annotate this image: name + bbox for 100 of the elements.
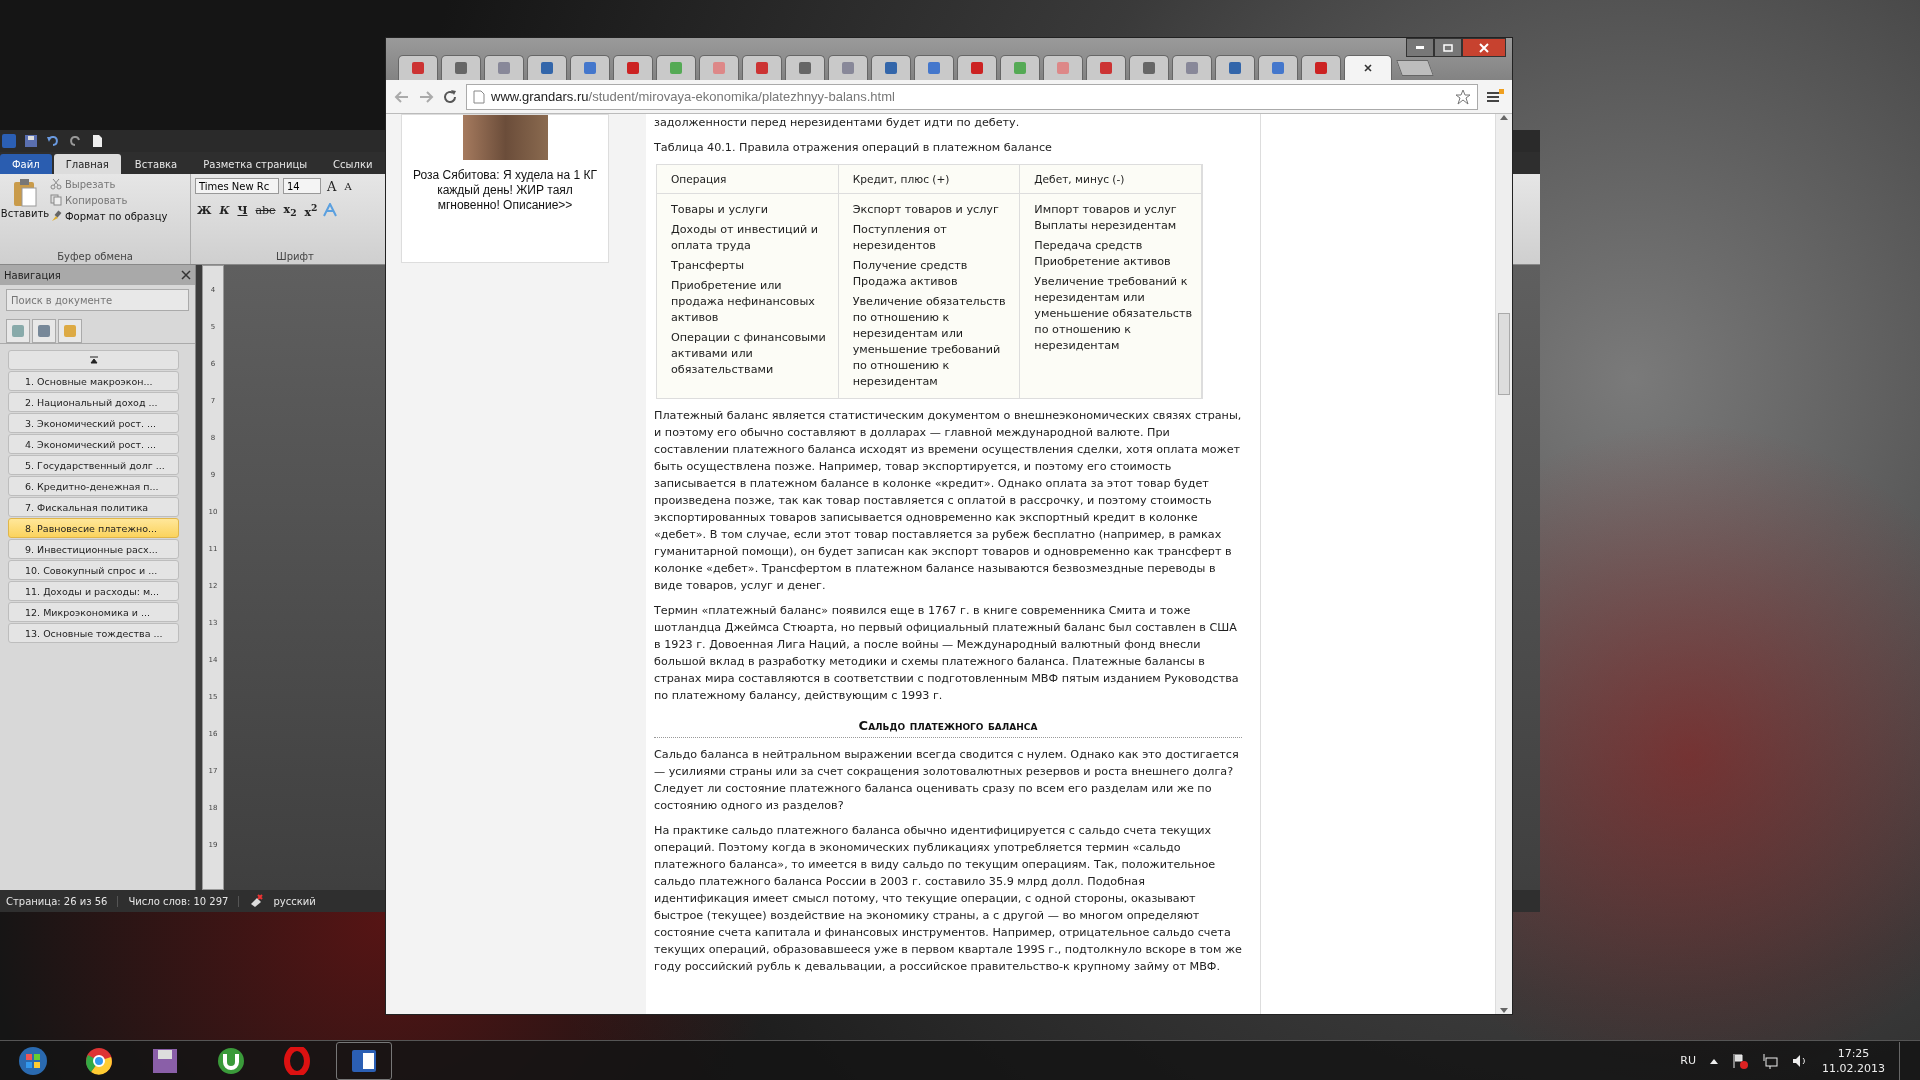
italic-button[interactable]: К xyxy=(217,203,232,217)
browser-tab[interactable] xyxy=(441,55,481,80)
browser-tab[interactable] xyxy=(1172,55,1212,80)
table-cell-text: Увеличение обязательств по отношению к нерезидентам или уменьшение требований по отношению к нерезидентам xyxy=(852,294,1007,390)
close-icon[interactable] xyxy=(1364,64,1372,72)
browser-tab[interactable] xyxy=(656,55,696,80)
column-header: Операция xyxy=(657,165,839,194)
forward-icon[interactable] xyxy=(418,88,434,105)
table-cell-text: Передача средств Приобретение активов xyxy=(1034,238,1172,270)
headings-view-tab[interactable] xyxy=(6,319,30,343)
bold-button[interactable]: Ж xyxy=(195,203,214,217)
heading-item[interactable]: 7. Фискальная политика xyxy=(8,497,179,517)
menu-icon[interactable] xyxy=(1486,88,1504,105)
pages-view-tab[interactable] xyxy=(32,319,56,343)
heading-item[interactable]: 6. Кредитно-денежная п... xyxy=(8,476,179,496)
save-icon[interactable] xyxy=(24,134,38,148)
close-button[interactable] xyxy=(1462,38,1506,57)
flag-error-icon[interactable] xyxy=(1732,1052,1748,1069)
browser-tab[interactable] xyxy=(957,55,997,80)
address-field[interactable]: www.grandars.ru/student/mirovaya-ekonomika/platezhnyy-balans.html xyxy=(466,83,1478,110)
search-field[interactable]: Поиск в документе xyxy=(6,289,189,311)
heading-item[interactable]: 2. Национальный доход ... xyxy=(8,392,179,412)
browser-tab[interactable] xyxy=(871,55,911,80)
ribbon-tab[interactable]: Ссылки xyxy=(321,154,385,174)
ad-card[interactable]: Роза Сябитова: Я худела на 1 КГ каждый день! ЖИР таял мгновенно! Описание>> xyxy=(401,114,609,263)
heading-item[interactable]: 4. Экономический рост. ... xyxy=(8,434,179,454)
ribbon-tab[interactable]: Разметка страницы xyxy=(191,154,320,174)
favicon-icon xyxy=(626,61,640,75)
table-cell-text: Товары и услуги xyxy=(671,202,770,218)
heading-item[interactable]: 9. Инвестиционные расх... xyxy=(8,539,179,559)
input-language[interactable]: RU xyxy=(1680,1054,1696,1067)
shrink-font-button[interactable]: A xyxy=(342,180,354,192)
browser-tab[interactable] xyxy=(1043,55,1083,80)
undo-icon[interactable] xyxy=(46,134,60,148)
show-hidden-icons[interactable] xyxy=(1710,1057,1718,1064)
ribbon-tab[interactable]: Главная xyxy=(53,154,121,174)
underline-button[interactable]: Ч xyxy=(235,203,250,217)
browser-tab[interactable] xyxy=(742,55,782,80)
reload-icon[interactable] xyxy=(442,88,458,105)
collapse-icon xyxy=(89,356,98,364)
minimize-button[interactable] xyxy=(1406,38,1434,57)
browser-tab[interactable] xyxy=(1258,55,1298,80)
browser-tab[interactable] xyxy=(699,55,739,80)
browser-tab[interactable] xyxy=(527,55,567,80)
browser-tab[interactable] xyxy=(1000,55,1040,80)
star-icon[interactable] xyxy=(1455,88,1471,105)
maximize-button[interactable] xyxy=(1434,38,1462,57)
scrollbar[interactable] xyxy=(1495,114,1512,1014)
text-effects-icon[interactable] xyxy=(323,203,338,218)
heading-item[interactable]: 10. Совокупный спрос и ... xyxy=(8,560,179,580)
clock-time[interactable]: 17:25 xyxy=(1837,1046,1870,1060)
browser-tab[interactable] xyxy=(484,55,524,80)
ad-caption[interactable]: Роза Сябитова: Я худела на 1 КГ каждый день! ЖИР таял мгновенно! Описание>> xyxy=(402,160,608,221)
heading-item[interactable]: 11. Доходы и расходы: м... xyxy=(8,581,179,601)
redo-icon[interactable] xyxy=(68,134,82,148)
spelling-icon[interactable] xyxy=(249,894,264,908)
browser-tab[interactable] xyxy=(398,55,438,80)
ribbon-tab[interactable]: Файл xyxy=(0,154,52,174)
browser-logo-icon xyxy=(85,1046,113,1075)
document-app-icon xyxy=(351,1047,377,1074)
back-icon[interactable] xyxy=(394,88,410,105)
heading-item[interactable]: 8. Равновесие платежно... xyxy=(8,518,179,538)
scroll-thumb[interactable] xyxy=(1498,313,1510,395)
strikethrough-button[interactable]: abe xyxy=(253,203,278,217)
copy-button[interactable]: Копировать xyxy=(50,194,168,206)
heading-item[interactable]: 1. Основные макроэкон... xyxy=(8,371,179,391)
browser-tab[interactable] xyxy=(1086,55,1126,80)
close-icon[interactable] xyxy=(181,270,191,280)
clipboard-icon[interactable] xyxy=(12,178,38,208)
network-icon[interactable] xyxy=(1762,1052,1778,1069)
ribbon-tab[interactable]: Вставка xyxy=(122,154,190,174)
superscript-button[interactable]: x$^{2}$ xyxy=(302,202,320,219)
browser-tab[interactable] xyxy=(1344,55,1392,80)
heading-item[interactable]: 13. Основные тождества ... xyxy=(8,623,179,643)
favicon-icon xyxy=(1271,61,1285,75)
subscript-button[interactable]: x$_{2}$ xyxy=(281,202,299,218)
browser-tab[interactable] xyxy=(785,55,825,80)
font-size-field[interactable]: 14 xyxy=(283,178,321,194)
favicon-icon xyxy=(970,61,984,75)
browser-tab[interactable] xyxy=(570,55,610,80)
browser-tab[interactable] xyxy=(828,55,868,80)
font-name-field[interactable]: Times New Rc xyxy=(195,178,279,194)
heading-item[interactable]: 3. Экономический рост. ... xyxy=(8,413,179,433)
heading-item[interactable]: 12. Микроэкономика и ... xyxy=(8,602,179,622)
language-status[interactable]: русский xyxy=(273,895,326,907)
clock-date[interactable]: 11.02.2013 xyxy=(1822,1061,1885,1075)
paste-button[interactable]: Вставить xyxy=(0,208,50,219)
browser-tab[interactable] xyxy=(613,55,653,80)
browser-tab[interactable] xyxy=(1129,55,1169,80)
format-painter-button[interactable]: Формат по образцу xyxy=(50,210,168,222)
new-document-icon[interactable] xyxy=(90,134,104,148)
results-view-tab[interactable] xyxy=(58,319,82,343)
grow-font-button[interactable]: A xyxy=(325,178,339,194)
browser-tab[interactable] xyxy=(1301,55,1341,80)
browser-tab[interactable] xyxy=(914,55,954,80)
taskbar-app[interactable] xyxy=(336,1041,392,1080)
browser-tab[interactable] xyxy=(1215,55,1255,80)
cut-button[interactable]: Вырезать xyxy=(50,178,168,190)
heading-item[interactable]: 5. Государственный долг ... xyxy=(8,455,179,475)
favicon-icon xyxy=(927,61,941,75)
